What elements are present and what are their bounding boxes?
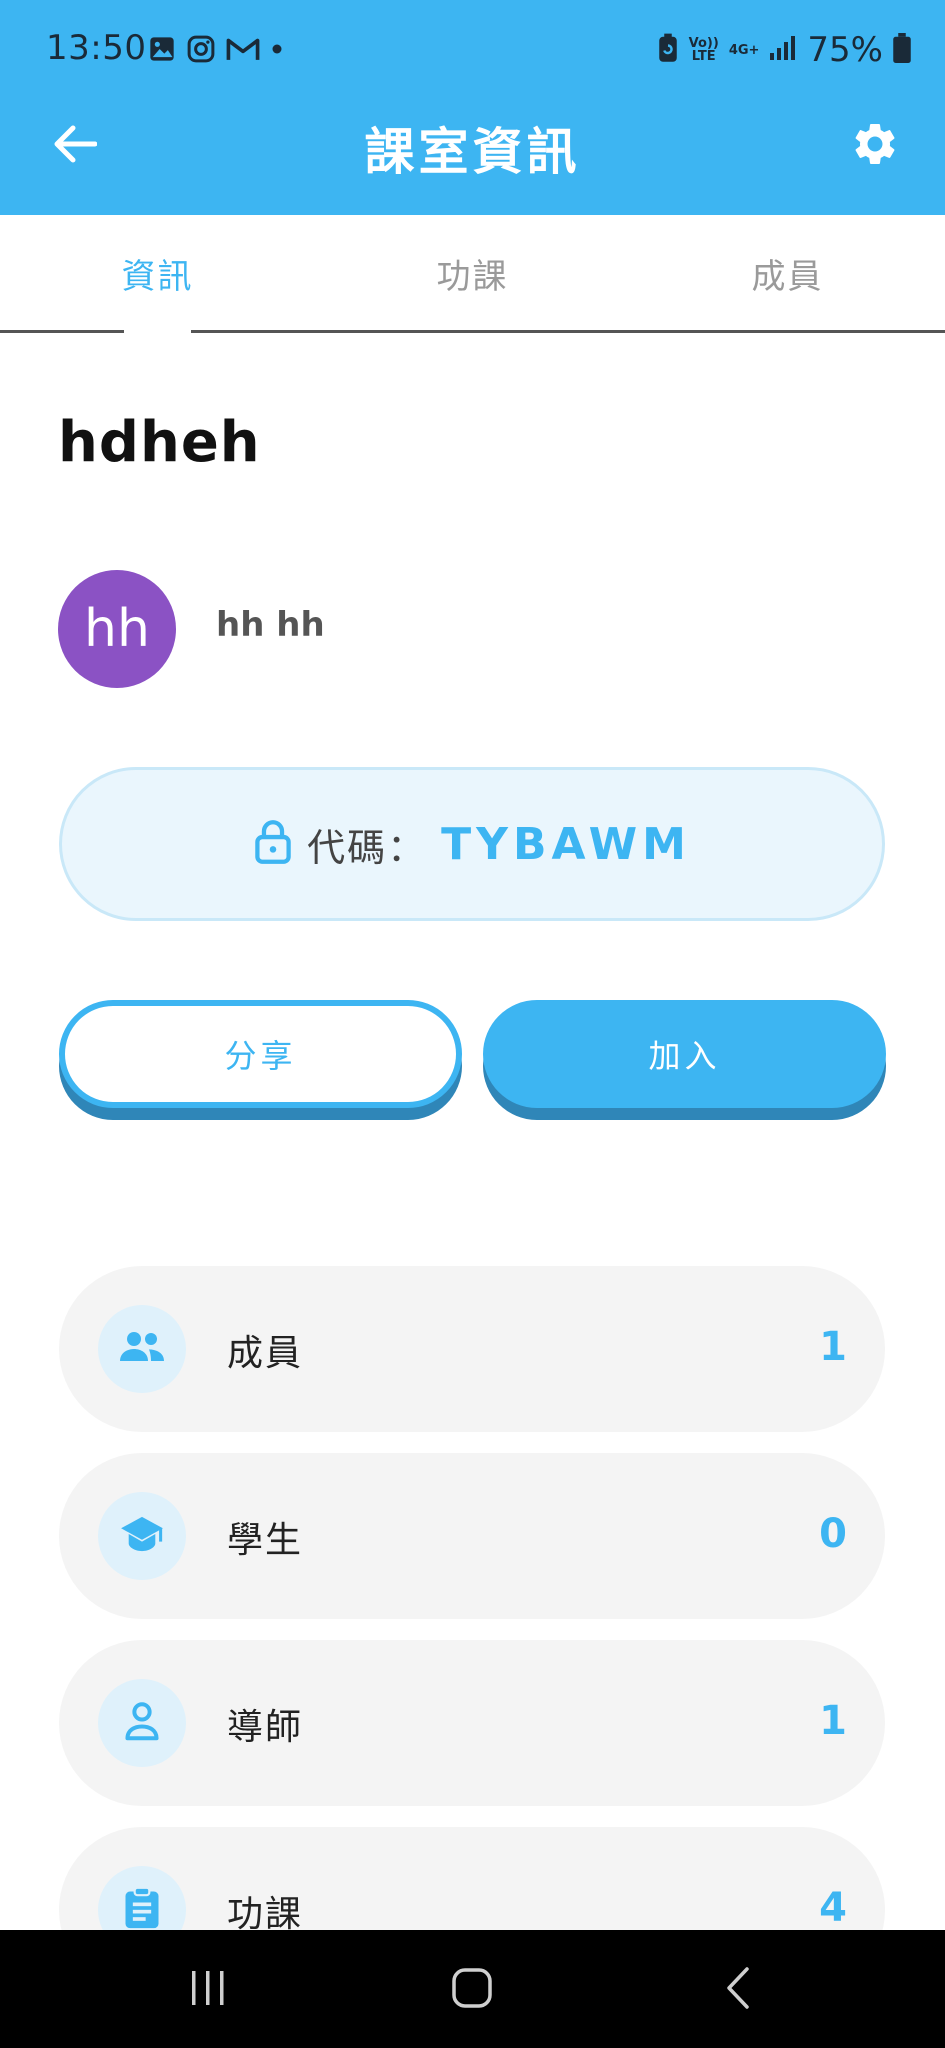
stat-value: 1 xyxy=(819,1698,847,1744)
avatar: hh xyxy=(58,570,176,688)
gallery-icon xyxy=(148,35,176,63)
tab-homework[interactable]: 功課 xyxy=(315,215,630,331)
code-label: 代碼： xyxy=(307,825,428,870)
tab-bar: 資訊 功課 成員 xyxy=(0,215,945,335)
tab-divider xyxy=(0,330,124,333)
people-icon xyxy=(118,1329,166,1369)
back-nav-button[interactable] xyxy=(698,1955,778,2025)
system-icons: Vo)) LTE 4G+ 75% xyxy=(657,30,911,70)
settings-button[interactable] xyxy=(845,116,905,176)
stat-students-row[interactable]: 學生 0 xyxy=(59,1453,885,1619)
battery-saver-icon xyxy=(657,33,679,67)
tab-members[interactable]: 成員 xyxy=(630,215,945,331)
notification-icons xyxy=(148,34,284,64)
battery-percent: 75% xyxy=(807,30,883,70)
system-nav-bar xyxy=(0,1930,945,2048)
stat-value: 0 xyxy=(819,1511,847,1557)
status-time: 13:50 xyxy=(46,28,147,68)
signal-icon xyxy=(769,35,797,65)
tab-info[interactable]: 資訊 xyxy=(0,215,315,331)
stat-label: 導師 xyxy=(227,1707,304,1748)
clipboard-icon xyxy=(123,1886,161,1934)
instagram-icon xyxy=(186,34,216,64)
stat-value: 4 xyxy=(819,1885,847,1931)
graduation-cap-icon xyxy=(119,1515,165,1557)
recent-apps-button[interactable] xyxy=(168,1955,248,2025)
class-name: hdheh xyxy=(58,410,261,475)
lock-icon xyxy=(253,819,293,869)
recent-apps-icon xyxy=(188,1969,228,2011)
4g-icon: 4G+ xyxy=(728,42,760,58)
stat-tutors-row[interactable]: 導師 1 xyxy=(59,1640,885,1806)
gmail-icon xyxy=(226,35,260,63)
gear-icon xyxy=(850,119,900,173)
chevron-left-icon xyxy=(723,1966,753,2014)
share-button[interactable]: 分享 xyxy=(59,1000,462,1108)
status-bar: 13:50 Vo)) LTE 4G+ 75% xyxy=(0,0,945,100)
tab-divider xyxy=(191,330,945,333)
dot-icon xyxy=(270,42,284,56)
battery-icon xyxy=(893,33,911,67)
app-header: 13:50 Vo)) LTE 4G+ 75% 課室資訊 xyxy=(0,0,945,215)
owner-name: hh hh xyxy=(216,605,325,645)
stat-members-row[interactable]: 成員 1 xyxy=(59,1266,885,1432)
join-button[interactable]: 加入 xyxy=(483,1000,886,1108)
code-value: TYBAWM xyxy=(441,818,691,870)
person-icon xyxy=(123,1701,161,1745)
home-button[interactable] xyxy=(432,1955,512,2025)
avatar-initials: hh xyxy=(84,599,150,659)
page-title: 課室資訊 xyxy=(364,123,581,181)
stat-label: 學生 xyxy=(227,1520,304,1561)
stat-value: 1 xyxy=(819,1324,847,1370)
stat-label: 成員 xyxy=(227,1333,304,1374)
volte-icon: Vo)) LTE xyxy=(688,36,719,64)
class-code-box[interactable]: 代碼： TYBAWM xyxy=(59,767,885,921)
home-icon xyxy=(451,1967,493,2013)
